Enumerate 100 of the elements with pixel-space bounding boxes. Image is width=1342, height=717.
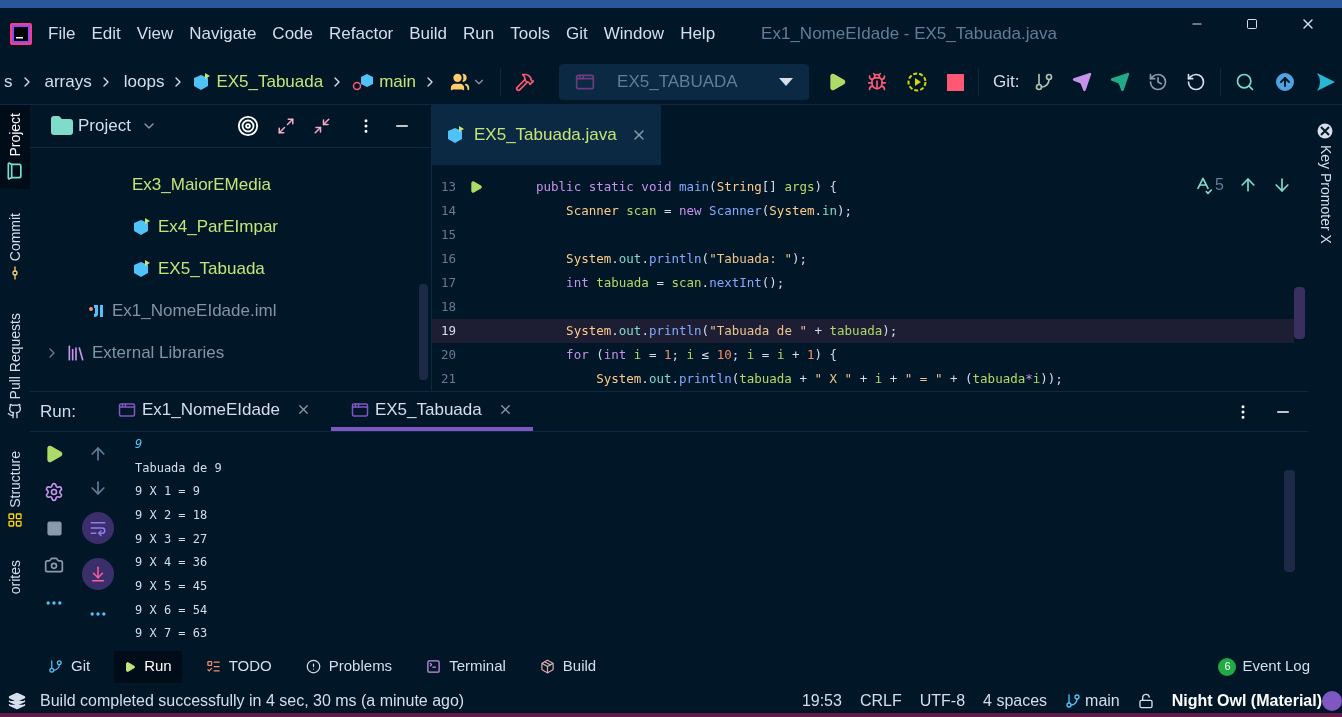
search-icon[interactable] bbox=[1234, 72, 1255, 92]
breadcrumb-item[interactable]: main bbox=[379, 69, 417, 95]
coverage-icon[interactable] bbox=[907, 72, 928, 92]
menu-item[interactable]: Refactor bbox=[321, 21, 402, 47]
line-number: 21 bbox=[439, 369, 456, 388]
menu-item[interactable]: Help bbox=[672, 21, 724, 47]
run-icon[interactable] bbox=[827, 72, 848, 92]
tree-item[interactable]: Ex3_MaiorEMedia bbox=[132, 172, 271, 198]
status-item[interactable]: 19:53 bbox=[801, 688, 842, 713]
locate-icon[interactable] bbox=[237, 115, 259, 137]
event-log-tab[interactable]: 6 Event Log bbox=[1218, 655, 1310, 678]
debug-icon[interactable] bbox=[867, 72, 888, 92]
scrollbar-thumb[interactable] bbox=[419, 284, 428, 380]
library-icon bbox=[66, 343, 86, 363]
window-icon bbox=[575, 72, 596, 92]
line-number: 13 bbox=[439, 177, 456, 196]
menu-item[interactable]: Edit bbox=[83, 21, 129, 47]
commit-send-icon[interactable] bbox=[1109, 72, 1130, 92]
menu-item[interactable]: Tools bbox=[502, 21, 558, 47]
tool-window-tab[interactable]: Key Promoter X bbox=[1314, 145, 1336, 244]
collapse-icon[interactable] bbox=[313, 117, 331, 135]
line-number: 17 bbox=[439, 273, 456, 292]
tool-window-tab[interactable]: Structure bbox=[4, 451, 26, 508]
structure-icon bbox=[7, 512, 23, 528]
camera-icon[interactable] bbox=[44, 555, 64, 575]
console-line: 9 X 5 = 45 bbox=[135, 577, 208, 595]
update-branch-icon[interactable] bbox=[1033, 72, 1054, 92]
tool-window-tab[interactable]: Run bbox=[114, 650, 182, 683]
code-line: System.out.println(tabuada + " X " + i + " = " + (tabuada*i)); bbox=[595, 369, 1063, 388]
tool-window-tab[interactable]: orites bbox=[4, 560, 26, 595]
soft-wrap-button[interactable] bbox=[82, 512, 114, 544]
project-view-selector[interactable]: Project bbox=[78, 113, 157, 139]
hammer-icon[interactable] bbox=[515, 72, 536, 92]
tool-window-tab[interactable]: Build bbox=[529, 650, 607, 683]
maximize-icon[interactable] bbox=[1246, 18, 1258, 30]
unlock-icon[interactable] bbox=[1137, 692, 1154, 709]
code-line: Scanner scan = new Scanner(System.in); bbox=[565, 201, 853, 220]
breadcrumb-item[interactable]: loops bbox=[123, 69, 165, 95]
scrollbar-thumb[interactable] bbox=[1284, 470, 1295, 572]
status-item[interactable]: UTF-8 bbox=[919, 688, 966, 713]
rerun-icon[interactable] bbox=[44, 444, 64, 464]
tool-window-tab[interactable]: Git bbox=[38, 650, 101, 683]
tool-window-tab[interactable]: Terminal bbox=[416, 650, 516, 683]
layers-icon bbox=[8, 691, 26, 710]
window-title: Ex1_NomeEIdade - EX5_Tabuada.java bbox=[761, 23, 1057, 46]
branch-icon bbox=[1065, 692, 1082, 709]
console-line: 9 bbox=[135, 435, 143, 453]
menu-item[interactable]: Window bbox=[595, 21, 673, 47]
line-number: 16 bbox=[439, 249, 456, 268]
tool-window-tab[interactable]: Commit bbox=[4, 212, 26, 261]
users-icon[interactable] bbox=[450, 72, 471, 92]
breadcrumb-item[interactable]: arrays bbox=[44, 69, 92, 95]
menu-item[interactable]: Build bbox=[401, 21, 456, 47]
theme-icon bbox=[1322, 690, 1342, 711]
app-logo-icon bbox=[10, 23, 32, 45]
laptop-icon bbox=[5, 160, 25, 181]
scroll-down-icon bbox=[89, 565, 107, 583]
status-item[interactable]: CRLF bbox=[859, 688, 902, 713]
menu-item[interactable]: View bbox=[128, 21, 182, 47]
stop-icon[interactable] bbox=[45, 520, 63, 537]
line-number: 20 bbox=[439, 345, 456, 364]
history-icon[interactable] bbox=[1147, 72, 1168, 92]
console-line: 9 X 4 = 36 bbox=[135, 554, 208, 572]
tool-window-tab[interactable]: TODO bbox=[195, 650, 282, 683]
console-tab[interactable]: Ex1_NomeEIdade bbox=[97, 392, 331, 431]
branch-name[interactable]: main bbox=[1085, 688, 1120, 713]
line-number: 15 bbox=[439, 225, 456, 244]
key-icon bbox=[1317, 123, 1333, 139]
console-line: 9 X 1 = 9 bbox=[135, 483, 201, 501]
settings-icon[interactable] bbox=[44, 482, 64, 502]
git-label: Git: bbox=[993, 71, 1020, 94]
tool-window-tab[interactable]: Problems bbox=[295, 650, 403, 683]
tree-item[interactable]: External Libraries bbox=[92, 340, 225, 366]
menu-item[interactable]: Code bbox=[264, 21, 321, 47]
run-gutter-icon[interactable] bbox=[469, 180, 483, 194]
scroll-to-end-button[interactable] bbox=[82, 558, 114, 590]
menu-item[interactable]: Run bbox=[455, 21, 503, 47]
todo-icon bbox=[205, 659, 221, 674]
menu-item[interactable]: Navigate bbox=[181, 21, 265, 47]
tree-item[interactable]: EX5_Tabuada bbox=[158, 256, 265, 282]
console-tab[interactable]: EX5_Tabuada bbox=[330, 392, 533, 431]
stop-icon[interactable] bbox=[947, 73, 965, 91]
status-item[interactable]: 4 spaces bbox=[983, 688, 1048, 713]
tree-item[interactable]: Ex4_ParEImpar bbox=[158, 214, 278, 240]
expand-icon[interactable] bbox=[277, 117, 295, 135]
menu-item[interactable]: Git bbox=[557, 21, 596, 47]
terminal-icon bbox=[426, 659, 442, 674]
build-icon bbox=[539, 659, 555, 674]
rollback-icon[interactable] bbox=[1185, 72, 1206, 92]
scrollbar-thumb[interactable] bbox=[1294, 287, 1305, 339]
breadcrumb-item[interactable]: EX5_Tabuada bbox=[216, 69, 324, 95]
plugin-logo-icon[interactable] bbox=[1314, 71, 1337, 93]
tool-window-tab[interactable]: Pull Requests bbox=[4, 312, 26, 400]
run-label: Run: bbox=[40, 400, 76, 423]
tree-item[interactable]: Ex1_NomeEIdade.iml bbox=[112, 298, 277, 324]
breadcrumb-item[interactable]: s bbox=[4, 69, 13, 95]
editor-tab[interactable]: EX5_Tabuada.java bbox=[432, 105, 661, 165]
menu-item[interactable]: File bbox=[40, 21, 84, 47]
module-icon bbox=[88, 303, 106, 319]
push-icon[interactable] bbox=[1071, 72, 1092, 92]
